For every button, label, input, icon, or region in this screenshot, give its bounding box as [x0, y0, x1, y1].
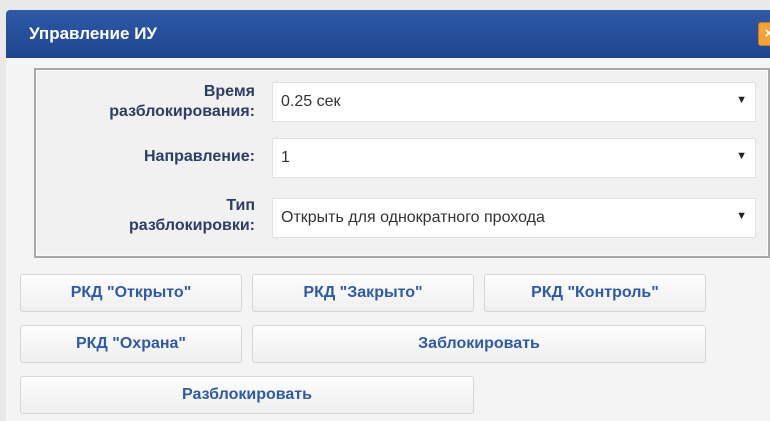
rkd-guard-button[interactable]: РКД "Охрана": [20, 325, 242, 363]
unlock-type-label-line2: разблокировки:: [128, 217, 255, 234]
unlock-time-label: Время разблокирования:: [36, 82, 255, 122]
unlock-type-label: Тип разблокировки:: [36, 196, 255, 236]
rkd-open-button[interactable]: РКД "Открыто": [20, 274, 242, 312]
unlock-time-label-line2: разблокирования:: [109, 103, 255, 120]
direction-label: Направление:: [144, 148, 255, 165]
close-button[interactable]: ×: [758, 22, 770, 46]
unlock-time-select[interactable]: 0.25 сек ▼: [272, 82, 756, 122]
direction-select[interactable]: 1 ▼: [272, 138, 756, 178]
chevron-down-icon: ▼: [736, 210, 747, 222]
direction-value: 1: [281, 149, 290, 166]
close-icon: ×: [764, 25, 770, 42]
chevron-down-icon: ▼: [736, 150, 747, 162]
unlock-time-label-line1: Время: [203, 83, 255, 100]
control-dialog: Управление ИУ × Время разблокирования: 0…: [6, 10, 770, 421]
chevron-down-icon: ▼: [736, 94, 747, 106]
unlock-time-row: Время разблокирования: 0.25 сек ▼: [36, 78, 768, 126]
rkd-control-button[interactable]: РКД "Контроль": [484, 274, 706, 312]
unlock-type-value: Открыть для однократного прохода: [281, 209, 545, 226]
dialog-titlebar: Управление ИУ ×: [6, 10, 770, 58]
rkd-closed-button[interactable]: РКД "Закрыто": [252, 274, 474, 312]
unlock-button[interactable]: Разблокировать: [20, 376, 474, 414]
settings-fieldset: Время разблокирования: 0.25 сек ▼ Направ…: [34, 68, 770, 258]
unlock-type-select[interactable]: Открыть для однократного прохода ▼: [272, 198, 756, 238]
unlock-time-value: 0.25 сек: [281, 93, 341, 110]
lock-button[interactable]: Заблокировать: [252, 325, 706, 363]
unlock-type-label-line1: Тип: [226, 197, 255, 214]
direction-row: Направление: 1 ▼: [36, 136, 768, 184]
unlock-type-row: Тип разблокировки: Открыть для однократн…: [36, 190, 768, 246]
dialog-title: Управление ИУ: [29, 24, 157, 43]
